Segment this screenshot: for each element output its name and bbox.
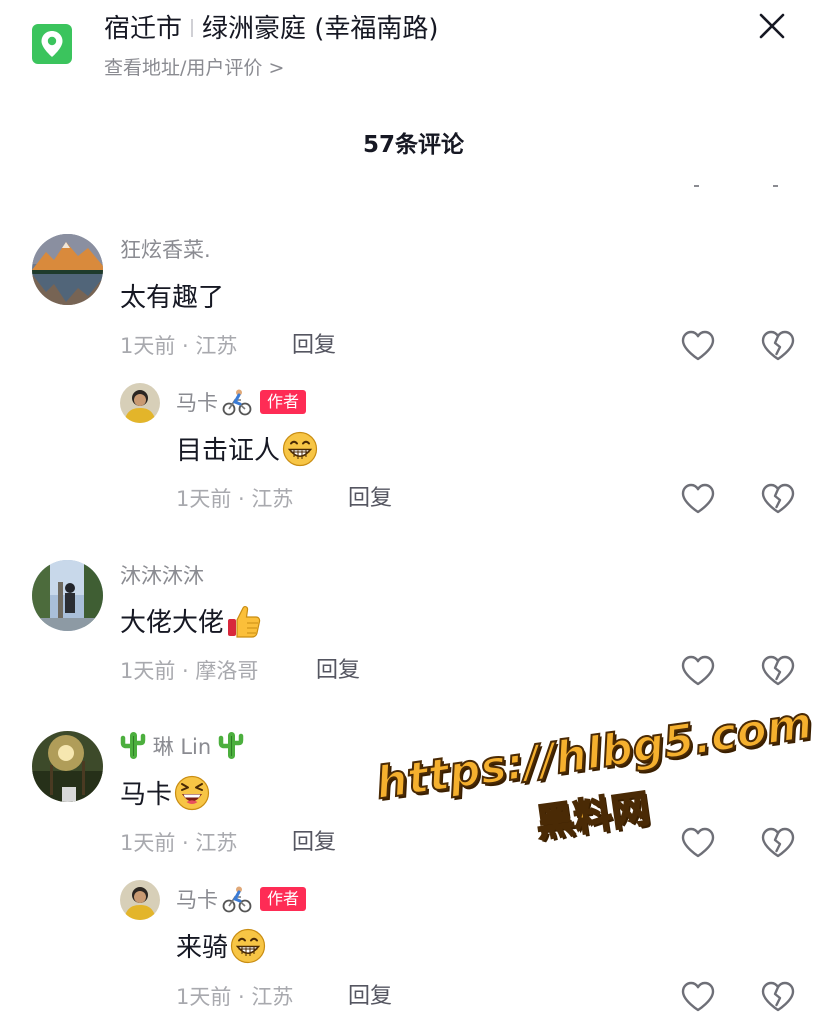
like-button[interactable]: [680, 653, 716, 689]
like-button[interactable]: [680, 481, 716, 517]
location-city: 宿迁市: [104, 14, 183, 44]
reply-region: 江苏: [251, 487, 294, 511]
reply-meta: 1天前 · 江苏: [176, 985, 294, 1009]
comment-region: 摩洛哥: [195, 659, 259, 683]
reply-username[interactable]: 马卡 作者: [176, 886, 307, 915]
comment-meta: 1天前 · 摩洛哥: [120, 659, 259, 683]
broken-heart-icon: [761, 827, 795, 858]
like-button[interactable]: [680, 328, 716, 364]
comment-username[interactable]: 沐沐沐沐: [120, 562, 204, 590]
comment-count-title: 57条评论: [362, 132, 464, 158]
grinning-face-emoji-icon: [230, 928, 266, 963]
author-badge: 作者: [260, 887, 307, 911]
comment-username[interactable]: 琳 Lin: [120, 732, 244, 763]
dislike-button[interactable]: [760, 979, 796, 1015]
author-badge: 作者: [260, 390, 307, 414]
dislike-button[interactable]: [760, 481, 796, 517]
broken-heart-icon: [761, 981, 795, 1012]
reply-region: 江苏: [251, 985, 294, 1009]
avatar[interactable]: [32, 731, 103, 802]
comment-username[interactable]: 狂炫香菜.: [120, 236, 211, 264]
comment-time: 1天前: [120, 659, 176, 683]
reply-username[interactable]: 马卡 作者: [176, 389, 307, 418]
thumbs-up-emoji-icon: [228, 605, 261, 638]
location-place: 绿洲豪庭 (幸福南路): [202, 14, 439, 44]
reply-username-text: 马卡: [176, 391, 218, 415]
location-title[interactable]: 宿迁市 绿洲豪庭 (幸福南路): [104, 12, 439, 46]
broken-heart-icon: [761, 483, 795, 514]
comment-username-text: 琳 Lin: [152, 735, 212, 759]
reply-button[interactable]: 回复: [292, 331, 336, 361]
scroll-indicator: [694, 185, 778, 187]
reply-text: 来骑: [176, 928, 266, 967]
avatar[interactable]: [32, 560, 103, 631]
comment-text: 大佬大佬: [120, 605, 262, 642]
heart-icon: [681, 981, 715, 1012]
comment-meta: 1天前 · 江苏: [120, 831, 238, 855]
reply-meta: 1天前 · 江苏: [176, 487, 294, 511]
comment-text: 马卡: [120, 775, 210, 814]
grinning-face-emoji-icon: [282, 431, 318, 466]
comment-text-content: 马卡: [120, 780, 173, 810]
comment-region: 江苏: [195, 831, 238, 855]
reply-text: 目击证人: [176, 431, 318, 470]
cyclist-emoji-icon: [222, 886, 252, 913]
broken-heart-icon: [761, 330, 795, 361]
dislike-button[interactable]: [760, 653, 796, 689]
reply-button[interactable]: 回复: [348, 484, 392, 514]
watermark: https://hlbg5.com 黑料网: [372, 696, 817, 893]
comment-text: 太有趣了: [120, 283, 225, 313]
dislike-button[interactable]: [760, 825, 796, 861]
heart-icon: [681, 330, 715, 361]
like-button[interactable]: [680, 825, 716, 861]
avatar[interactable]: [120, 383, 160, 423]
reply-text-content: 来骑: [176, 933, 229, 963]
comment-region: 江苏: [195, 334, 238, 358]
broken-heart-icon: [761, 655, 795, 686]
heart-icon: [681, 483, 715, 514]
cactus-emoji-icon: [218, 732, 244, 759]
reply-username-text: 马卡: [176, 888, 218, 912]
location-pin-icon: [32, 24, 72, 64]
comment-text-content: 大佬大佬: [120, 608, 225, 638]
location-header[interactable]: 宿迁市 绿洲豪庭 (幸福南路) 查看地址/用户评价 >: [0, 0, 827, 100]
title-divider: [191, 18, 194, 37]
cactus-emoji-icon: [120, 732, 146, 759]
close-button[interactable]: [752, 6, 792, 46]
reply-time: 1天前: [176, 985, 232, 1009]
view-address-link[interactable]: 查看地址/用户评价 >: [104, 55, 284, 81]
comment-time: 1天前: [120, 831, 176, 855]
watermark-label: 黑料网: [532, 785, 653, 846]
reply-button[interactable]: 回复: [292, 828, 336, 858]
avatar[interactable]: [120, 880, 160, 920]
dislike-button[interactable]: [760, 328, 796, 364]
close-icon: [759, 13, 785, 39]
cyclist-emoji-icon: [222, 389, 252, 416]
comment-time: 1天前: [120, 334, 176, 358]
reply-button[interactable]: 回复: [316, 656, 360, 686]
avatar[interactable]: [32, 234, 103, 305]
watermark-url: https://hlbg5.com: [372, 697, 817, 811]
heart-icon: [681, 655, 715, 686]
reply-time: 1天前: [176, 487, 232, 511]
like-button[interactable]: [680, 979, 716, 1015]
laughing-face-emoji-icon: [174, 775, 210, 810]
reply-button[interactable]: 回复: [348, 982, 392, 1012]
heart-icon: [681, 827, 715, 858]
comment-meta: 1天前 · 江苏: [120, 334, 238, 358]
reply-text-content: 目击证人: [176, 436, 281, 466]
